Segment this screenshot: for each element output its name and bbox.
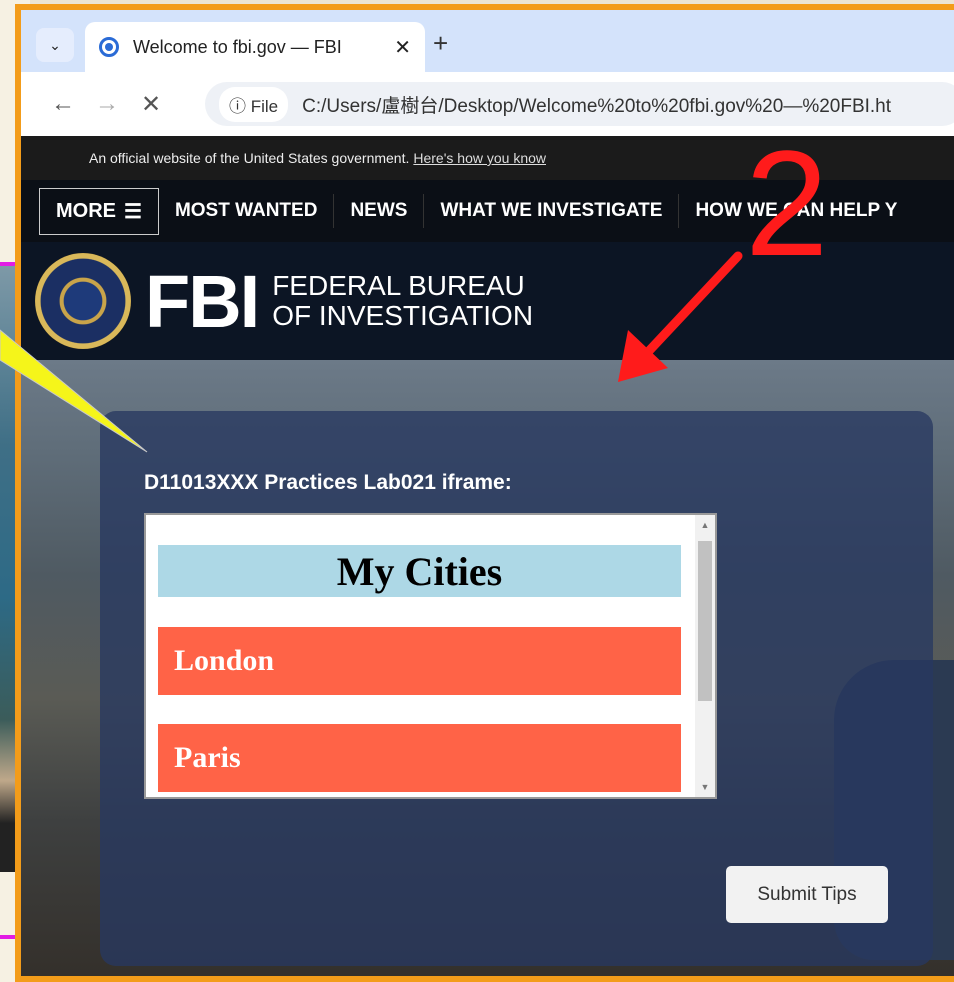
tab-active[interactable]: Welcome to fbi.gov — FBI ✕ xyxy=(85,22,425,72)
tab-strip: ⌄ Welcome to fbi.gov — FBI ✕ + xyxy=(21,10,954,72)
url-text[interactable]: C:/Users/盧樹台/Desktop/Welcome%20to%20fbi.… xyxy=(302,91,891,118)
hamburger-icon: ☰ xyxy=(124,200,142,223)
new-tab-button[interactable]: + xyxy=(433,28,448,59)
tab-search-button[interactable]: ⌄ xyxy=(36,28,74,62)
iframe-scrollbar[interactable]: ▲ ▼ xyxy=(695,515,715,797)
fbi-name-line2: OF INVESTIGATION xyxy=(272,300,534,331)
iframe-content: My Cities London Paris xyxy=(146,515,695,797)
scroll-down-icon[interactable]: ▼ xyxy=(695,777,715,797)
fbi-name-line1: FEDERAL BUREAU xyxy=(272,270,525,301)
back-arrow-icon[interactable]: ← xyxy=(41,90,85,118)
iframe-label: D11013XXX Practices Lab021 iframe: xyxy=(144,471,512,494)
more-menu-button[interactable]: MORE ☰ xyxy=(39,187,159,235)
nav-most-wanted[interactable]: MOST WANTED xyxy=(159,194,335,228)
chevron-down-icon: ⌄ xyxy=(49,36,61,53)
scrollbar-thumb[interactable] xyxy=(698,541,712,701)
fbi-full-name: FEDERAL BUREAU OF INVESTIGATION xyxy=(272,271,533,331)
cities-heading: My Cities xyxy=(158,545,681,597)
close-tab-icon[interactable]: ✕ xyxy=(394,35,411,60)
nav-news[interactable]: NEWS xyxy=(334,194,425,228)
info-icon: ⓘ xyxy=(229,96,246,116)
gov-banner-text: An official website of the United States… xyxy=(89,150,410,166)
nav-what-we-investigate[interactable]: WHAT WE INVESTIGATE xyxy=(424,194,680,228)
forward-arrow-icon[interactable]: → xyxy=(85,90,129,118)
cities-iframe[interactable]: My Cities London Paris ▲ ▼ xyxy=(144,513,717,799)
file-label: File xyxy=(250,96,279,116)
fbi-logo-text[interactable]: FBI xyxy=(145,259,260,344)
site-info-chip[interactable]: ⓘ File xyxy=(219,86,289,122)
site-favicon-icon xyxy=(99,37,119,57)
more-label: MORE xyxy=(56,199,116,222)
fbi-seal-icon[interactable] xyxy=(35,253,131,349)
url-box[interactable]: ⓘ File C:/Users/盧樹台/Desktop/Welcome%20to… xyxy=(205,82,954,126)
city-item-london: London xyxy=(158,627,681,695)
city-item-paris: Paris xyxy=(158,724,681,792)
tab-title: Welcome to fbi.gov — FBI xyxy=(133,36,342,57)
scroll-up-icon[interactable]: ▲ xyxy=(695,515,715,535)
stop-loading-icon[interactable]: ✕ xyxy=(129,90,173,119)
annotation-number: 2 xyxy=(745,119,829,287)
hero-section: D11013XXX Practices Lab021 iframe: My Ci… xyxy=(21,360,954,976)
gov-banner-link[interactable]: Here's how you know xyxy=(413,150,546,166)
submit-tips-button[interactable]: Submit Tips xyxy=(726,866,888,923)
